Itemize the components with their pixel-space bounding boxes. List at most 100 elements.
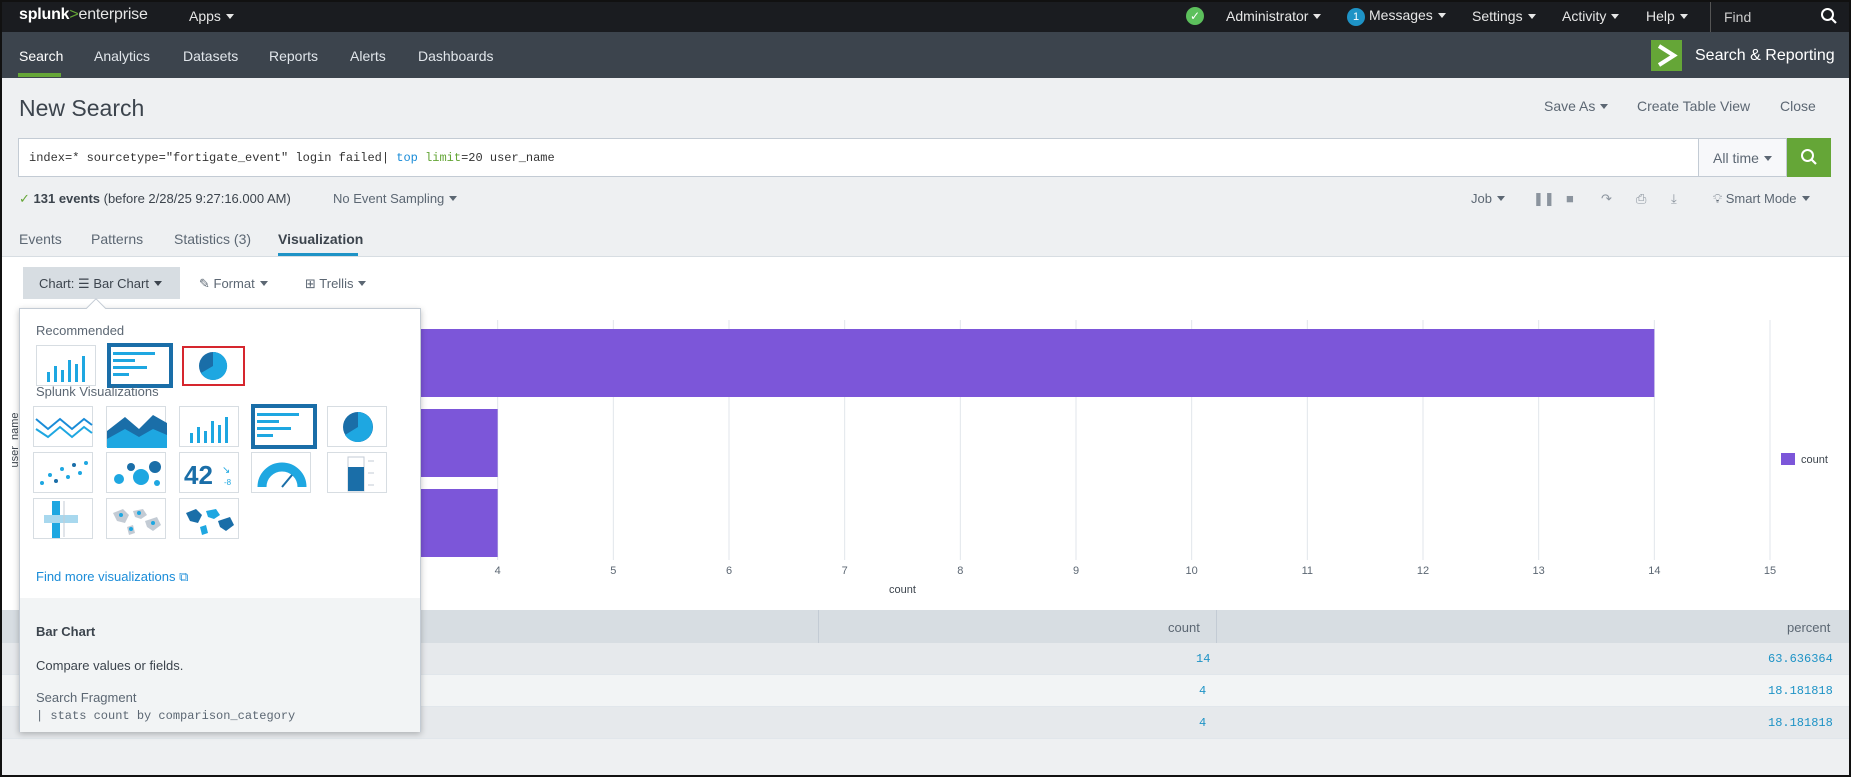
page-title: New Search: [19, 95, 145, 121]
search-button[interactable]: [1787, 138, 1831, 177]
nav-reports[interactable]: Reports: [269, 48, 318, 64]
messages-count-badge: 1: [1347, 8, 1365, 26]
x-tick-label: 13: [1533, 565, 1545, 577]
tab-visualization[interactable]: Visualization: [278, 231, 363, 247]
scatter-chart-option[interactable]: [33, 452, 93, 493]
search-mode-dropdown[interactable]: 💡︎ Smart Mode: [1713, 191, 1810, 207]
line-chart-option[interactable]: [33, 406, 93, 447]
search-icon: [1821, 8, 1837, 24]
area-chart-option[interactable]: [106, 406, 167, 448]
column-chart-option[interactable]: [36, 345, 96, 386]
line-chart-icon: [35, 417, 93, 439]
tab-patterns[interactable]: Patterns: [91, 231, 143, 247]
splunk-logo[interactable]: splunk>enterprise: [19, 6, 148, 24]
bubble-chart-icon: [114, 461, 161, 486]
time-range-picker[interactable]: All time: [1699, 138, 1787, 177]
scatter-chart-icon: [40, 461, 88, 485]
user-menu[interactable]: Administrator: [1226, 8, 1322, 24]
export-icon[interactable]: ⤓: [1671, 191, 1677, 207]
job-menu[interactable]: Job: [1471, 191, 1505, 206]
bar-chart-icon: [257, 413, 299, 437]
chart-type-button[interactable]: Chart: ☰ Bar Chart: [23, 267, 180, 299]
filler-gauge-icon: [347, 456, 374, 492]
nav-alerts[interactable]: Alerts: [350, 48, 386, 64]
cell-count[interactable]: 14: [1196, 652, 1210, 666]
x-tick-label: 9: [1073, 565, 1079, 577]
app-logo-icon: [1651, 40, 1682, 71]
x-tick-label: 6: [726, 565, 732, 577]
cluster-map-option[interactable]: [106, 498, 166, 539]
find-input[interactable]: Find: [1710, 0, 1850, 32]
search-query-input[interactable]: index=* sourcetype="fortigate_event" log…: [18, 138, 1699, 177]
choropleth-map-option[interactable]: [179, 498, 239, 539]
settings-menu[interactable]: Settings: [1472, 8, 1536, 24]
apps-menu[interactable]: Apps: [189, 8, 234, 24]
recommended-label: Recommended: [36, 323, 125, 338]
description-text: Compare values or fields.: [36, 658, 184, 673]
bubble-chart-option[interactable]: [106, 452, 166, 493]
messages-menu[interactable]: 1 Messages: [1347, 7, 1446, 26]
close-button[interactable]: Close: [1780, 98, 1816, 114]
area-chart-icon: [107, 415, 167, 448]
column-chart-icon: [47, 356, 85, 382]
event-sampling-dropdown[interactable]: No Event Sampling: [333, 191, 458, 206]
description-title: Bar Chart: [36, 624, 96, 639]
svg-text:-8: -8: [224, 478, 232, 487]
share-icon[interactable]: ↷: [1601, 191, 1612, 207]
tab-statistics[interactable]: Statistics (3): [174, 231, 251, 247]
x-tick-label: 12: [1417, 565, 1429, 577]
find-placeholder: Find: [1724, 9, 1752, 25]
active-nav-indicator: [18, 73, 61, 77]
x-tick-label: 7: [842, 565, 848, 577]
app-title[interactable]: Search & Reporting: [1695, 47, 1835, 65]
save-as-button[interactable]: Save As: [1544, 98, 1609, 114]
health-ok-icon[interactable]: ✓: [1186, 7, 1204, 25]
column-header-count[interactable]: count: [1168, 620, 1200, 635]
svg-text:42: 42: [184, 460, 213, 490]
cell-count[interactable]: 4: [1199, 716, 1206, 730]
trellis-button[interactable]: ⊞ Trellis: [305, 276, 367, 292]
column-chart-icon: [190, 417, 228, 443]
search-fragment: | stats count by comparison_category: [36, 709, 296, 723]
help-menu[interactable]: Help: [1646, 8, 1688, 24]
bar-chart-option-2[interactable]: [251, 404, 317, 449]
tab-events[interactable]: Events: [19, 231, 62, 247]
filler-gauge-option[interactable]: [327, 452, 387, 493]
cell-percent[interactable]: 63.636364: [1768, 652, 1833, 666]
stop-icon[interactable]: ■: [1566, 191, 1574, 206]
external-link-icon: ⧉: [179, 569, 189, 584]
activity-menu[interactable]: Activity: [1562, 8, 1620, 24]
create-table-view-button[interactable]: Create Table View: [1637, 98, 1750, 114]
bar-chart-option[interactable]: [107, 343, 173, 388]
nav-search[interactable]: Search: [19, 48, 63, 64]
legend-label: count: [1801, 454, 1828, 466]
cell-percent[interactable]: 18.181818: [1768, 684, 1833, 698]
pie-chart-option[interactable]: [182, 346, 245, 386]
x-tick-label: 14: [1648, 565, 1660, 577]
bar-chart-icon: ☰: [78, 276, 90, 291]
pie-chart-option-2[interactable]: [327, 406, 387, 447]
radial-gauge-option[interactable]: [251, 452, 311, 493]
pause-icon[interactable]: ❚❚: [1533, 191, 1555, 207]
print-icon[interactable]: ⎙: [1636, 191, 1646, 207]
trellis-icon: ⊞: [305, 276, 320, 291]
marker-gauge-icon: [44, 501, 78, 538]
single-value-option[interactable]: 42 ↘ -8: [179, 452, 239, 493]
footer-area: [0, 740, 1851, 777]
cell-count[interactable]: 4: [1199, 684, 1206, 698]
cluster-map-icon: [113, 509, 161, 535]
column-chart-option-2[interactable]: [179, 406, 239, 447]
nav-analytics[interactable]: Analytics: [94, 48, 150, 64]
column-header-percent[interactable]: percent: [1787, 620, 1830, 635]
find-more-visualizations-link[interactable]: Find more visualizations ⧉: [36, 569, 188, 585]
x-tick-label: 8: [957, 565, 963, 577]
check-icon: ✓: [19, 191, 34, 206]
pie-chart-icon: [343, 412, 373, 442]
cell-percent[interactable]: 18.181818: [1768, 716, 1833, 730]
format-button[interactable]: ✎ Format: [199, 276, 268, 292]
nav-datasets[interactable]: Datasets: [183, 48, 238, 64]
marker-gauge-option[interactable]: [33, 498, 93, 539]
x-tick-label: 10: [1186, 565, 1198, 577]
nav-dashboards[interactable]: Dashboards: [418, 48, 494, 64]
brush-icon: ✎: [199, 276, 214, 291]
